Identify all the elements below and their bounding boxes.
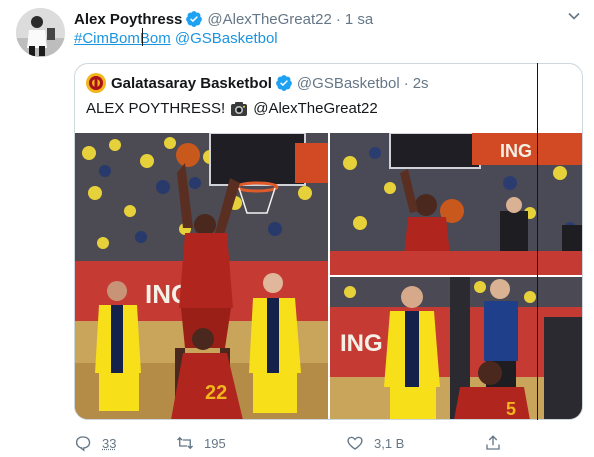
quoted-author-name[interactable]: Galatasaray Basketbol — [111, 75, 272, 92]
share-button[interactable] — [484, 432, 512, 454]
quoted-tweet-time[interactable]: 2s — [413, 75, 429, 92]
reply-button[interactable]: 33 — [74, 432, 116, 454]
quoted-tweet-header: Galatasaray Basketbol @GSBasketbol · 2s — [86, 73, 429, 93]
hashtag-link[interactable]: #CimBomBom — [74, 30, 171, 47]
galatasaray-logo-icon[interactable] — [86, 73, 106, 93]
tweet[interactable]: Alex Poythress @AlexTheGreat22 · 1 sa #C… — [0, 0, 594, 457]
verified-badge-icon — [185, 10, 203, 28]
media-grid: ING 22 ING ING 5 — [75, 133, 582, 419]
mention-link[interactable]: @GSBasketbol — [175, 30, 278, 47]
like-button[interactable]: 3,1 B — [346, 432, 404, 454]
retweet-button[interactable]: 195 — [176, 432, 226, 454]
retweet-icon — [177, 436, 193, 450]
photo-layup[interactable]: ING — [330, 133, 582, 275]
camera-emoji-icon — [230, 101, 248, 117]
divider-line — [537, 63, 538, 420]
tweet-header: Alex Poythress @AlexTheGreat22 · 1 sa — [74, 9, 373, 29]
like-count: 3,1 B — [374, 435, 405, 451]
svg-text:ING: ING — [500, 141, 532, 161]
tweet-time[interactable]: 1 sa — [345, 11, 373, 28]
share-icon — [486, 435, 500, 450]
photo-dunk[interactable]: ING 22 — [75, 133, 328, 419]
separator-dot: · — [403, 74, 409, 92]
chevron-down-icon[interactable] — [567, 9, 581, 23]
author-name[interactable]: Alex Poythress — [74, 11, 182, 28]
quoted-author-handle[interactable]: @GSBasketbol — [297, 75, 400, 92]
text-cursor — [142, 28, 143, 46]
author-handle[interactable]: @AlexTheGreat22 — [207, 11, 331, 28]
reply-count: 33 — [102, 435, 117, 451]
heart-icon — [347, 436, 363, 450]
verified-badge-icon — [275, 74, 293, 92]
tweet-actions: 33 195 3,1 B — [74, 432, 594, 454]
photo-celebration[interactable]: ING 5 — [330, 277, 582, 419]
quoted-mention-link[interactable]: @AlexTheGreat22 — [253, 100, 377, 117]
tweet-text: #CimBomBom @GSBasketbol — [74, 30, 278, 47]
quoted-tweet[interactable]: Galatasaray Basketbol @GSBasketbol · 2s … — [74, 63, 583, 420]
svg-text:22: 22 — [205, 382, 227, 404]
separator-dot: · — [335, 10, 341, 28]
svg-text:5: 5 — [506, 399, 516, 419]
svg-text:ING: ING — [340, 330, 383, 357]
quoted-text-prefix: ALEX POYTHRESS! — [86, 100, 226, 117]
quoted-tweet-text: ALEX POYTHRESS! @AlexTheGreat22 — [86, 100, 378, 117]
reply-icon — [75, 436, 91, 452]
author-avatar[interactable] — [16, 8, 65, 57]
retweet-count: 195 — [204, 435, 226, 451]
